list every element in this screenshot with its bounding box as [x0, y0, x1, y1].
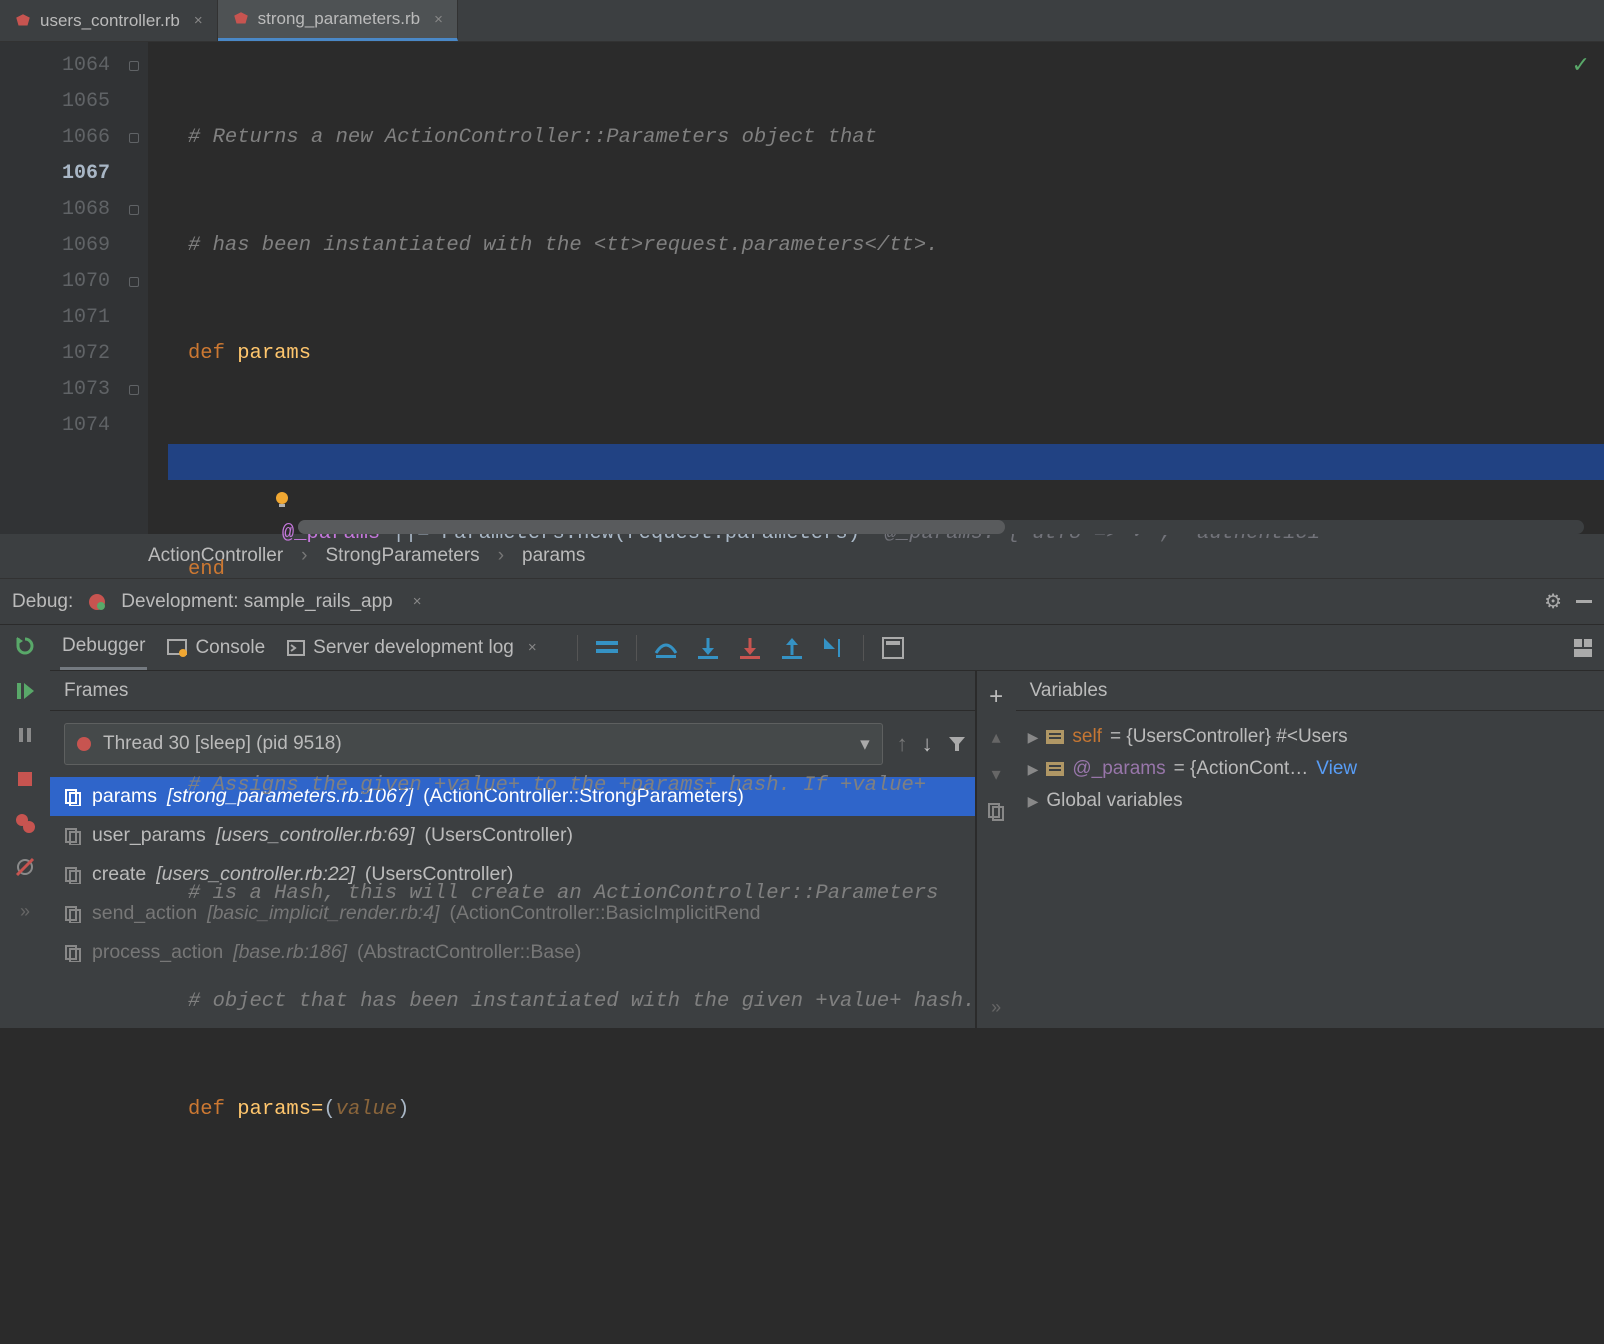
- editor-area: ✓ 10641065106610671068106910701071107210…: [0, 42, 1604, 534]
- editor-tabs-bar: users_controller.rb × strong_parameters.…: [0, 0, 1604, 42]
- scrollbar-thumb[interactable]: [298, 520, 1005, 534]
- line-number[interactable]: 1066: [4, 120, 110, 156]
- frame-icon: [64, 827, 82, 845]
- comment: # Returns a new ActionController::Parame…: [188, 126, 877, 149]
- tab-label: strong_parameters.rb: [258, 9, 421, 29]
- line-number[interactable]: 1067: [4, 156, 110, 192]
- comment: # object that has been instantiated with…: [188, 990, 975, 1013]
- fold-toggle-icon[interactable]: [129, 61, 139, 71]
- view-breakpoints-button[interactable]: [11, 809, 39, 837]
- frame-name: create: [92, 863, 146, 886]
- frame-icon: [64, 944, 82, 962]
- line-number[interactable]: 1064: [4, 48, 110, 84]
- keyword: def: [188, 342, 225, 365]
- line-number[interactable]: 1065: [4, 84, 110, 120]
- resume-button[interactable]: [11, 677, 39, 705]
- line-number[interactable]: 1069: [4, 228, 110, 264]
- stop-button[interactable]: [11, 765, 39, 793]
- rerun-button[interactable]: [11, 633, 39, 661]
- line-number[interactable]: 1073: [4, 372, 110, 408]
- comment: # has been instantiated with the <tt>req…: [188, 234, 938, 257]
- tab-strong-parameters[interactable]: strong_parameters.rb ×: [218, 0, 458, 41]
- ruby-file-icon: [232, 10, 250, 28]
- line-number[interactable]: 1072: [4, 336, 110, 372]
- debug-label: Debug:: [12, 591, 73, 613]
- fold-column[interactable]: [120, 42, 148, 534]
- intention-bulb-icon[interactable]: [174, 452, 292, 560]
- line-number-gutter[interactable]: 1064106510661067106810691070107110721073…: [0, 42, 120, 534]
- more-icon[interactable]: »: [11, 897, 39, 925]
- close-icon[interactable]: ×: [434, 11, 443, 28]
- comment: # is a Hash, this will create an ActionC…: [188, 882, 938, 905]
- horizontal-scrollbar[interactable]: [298, 520, 1584, 534]
- debug-run-toolbar: »: [0, 625, 50, 1028]
- tab-label: users_controller.rb: [40, 11, 180, 31]
- code-editor[interactable]: # Returns a new ActionController::Parame…: [148, 42, 1604, 534]
- line-number[interactable]: 1070: [4, 264, 110, 300]
- mute-breakpoints-button[interactable]: [11, 853, 39, 881]
- line-number[interactable]: 1068: [4, 192, 110, 228]
- close-icon[interactable]: ×: [194, 12, 203, 29]
- fold-toggle-icon[interactable]: [129, 205, 139, 215]
- tab-debugger[interactable]: Debugger: [60, 625, 147, 670]
- pause-button[interactable]: [11, 721, 39, 749]
- frame-name: params: [92, 785, 157, 808]
- ruby-file-icon: [14, 12, 32, 30]
- rails-run-icon: [87, 592, 107, 612]
- frame-icon: [64, 866, 82, 884]
- frame-icon: [64, 788, 82, 806]
- thread-status-icon: [77, 737, 91, 751]
- frame-icon: [64, 905, 82, 923]
- fold-toggle-icon[interactable]: [129, 133, 139, 143]
- comment: # Assigns the given +value+ to the +para…: [188, 774, 926, 797]
- fold-toggle-icon[interactable]: [129, 385, 139, 395]
- tab-users-controller[interactable]: users_controller.rb ×: [0, 0, 218, 41]
- line-number[interactable]: 1074: [4, 408, 110, 444]
- method-name: params: [237, 342, 311, 365]
- current-execution-line[interactable]: @_params ||= Parameters.new(request.para…: [168, 444, 1604, 480]
- line-number[interactable]: 1071: [4, 300, 110, 336]
- fold-toggle-icon[interactable]: [129, 277, 139, 287]
